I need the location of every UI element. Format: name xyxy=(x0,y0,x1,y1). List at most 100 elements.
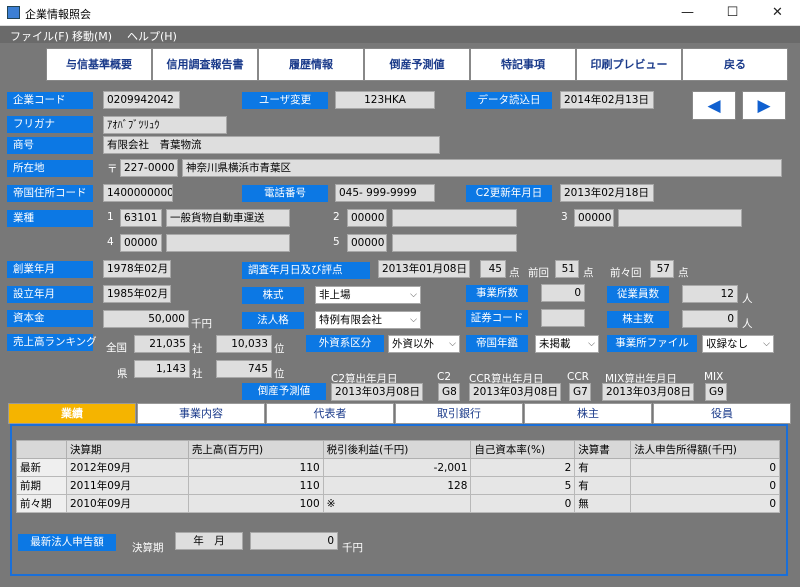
menu-move[interactable]: 移動(M) xyxy=(72,28,112,44)
mix-calc-field: 2013年03月08日 xyxy=(602,383,694,401)
pref-rank-unit: 社 xyxy=(192,368,203,380)
shareholders-label: 株主数 xyxy=(607,311,669,328)
industry-label: 業種 xyxy=(7,210,93,227)
performance-panel: 決算期 売上高(百万円) 税引後利益(千円) 自己資本率(%) 決算書 法人申告… xyxy=(10,424,788,576)
teikoku-address-label: 帝国住所コード xyxy=(7,185,93,202)
established-field: 1985年02月 xyxy=(103,285,171,303)
c2-label: C2 xyxy=(437,371,452,383)
special-notes-button[interactable]: 特記事項 xyxy=(470,48,576,81)
address-field: 神奈川県横浜市青葉区 xyxy=(182,159,782,177)
name-field: 有限会社 青葉物流 xyxy=(103,136,440,154)
address-label: 所在地 xyxy=(7,160,93,177)
table-cell: 2012年09月 xyxy=(65,458,189,477)
detail-tabs: 業績 事業内容 代表者 取引銀行 株主 役員 xyxy=(8,403,792,424)
pref-rank-field: 1,143 xyxy=(134,360,190,378)
tab-shareholders[interactable]: 株主 xyxy=(524,403,652,424)
sales-rank-label: 売上高ランキング xyxy=(7,334,97,351)
furigana-field: ｱｵﾊﾞﾌﾞﾂﾘｭｳ xyxy=(103,116,227,134)
tab-representative[interactable]: 代表者 xyxy=(266,403,394,424)
stock-select[interactable]: 非上場 ⌵ xyxy=(315,286,421,304)
prev-score-field: 51 xyxy=(555,260,579,278)
table-row: 最新 2012年09月 110 -2,001 2 有 0 xyxy=(16,458,780,477)
tab-business[interactable]: 事業内容 xyxy=(137,403,265,424)
table-cell: 0 xyxy=(470,494,576,513)
pref-pos-field: 745 xyxy=(216,360,272,378)
foreign-value: 外資以外 xyxy=(392,338,434,350)
teikoku-year-value: 未掲載 xyxy=(539,338,571,350)
prev2-score-field: 57 xyxy=(650,260,674,278)
industry-2-name xyxy=(392,209,517,227)
office-file-value: 収録なし xyxy=(706,338,748,350)
employees-label: 従業員数 xyxy=(607,286,669,303)
industry-3-code: 00000 xyxy=(574,209,614,227)
industry-3-name xyxy=(618,209,742,227)
offices-label: 事業所数 xyxy=(466,285,528,302)
established-label: 設立年月 xyxy=(7,286,93,303)
menu-file[interactable]: ファイル(F) xyxy=(10,28,69,44)
industry-4-code: 00000 xyxy=(120,234,162,252)
user-change-label[interactable]: ユーザ変更 xyxy=(242,92,328,109)
tab-banks[interactable]: 取引銀行 xyxy=(395,403,523,424)
row-label: 最新 xyxy=(16,458,67,477)
company-code-label: 企業コード xyxy=(7,92,93,109)
menu-help[interactable]: ヘルプ(H) xyxy=(127,28,177,44)
chevron-down-icon: ⌵ xyxy=(763,339,770,349)
tab-officers[interactable]: 役員 xyxy=(653,403,791,424)
stock-value: 非上場 xyxy=(319,289,351,301)
latest-tax-label: 最新法人申告額 xyxy=(18,534,116,551)
tax-amount-unit: 千円 xyxy=(342,542,363,554)
window-title: 企業情報照会 xyxy=(25,8,91,21)
survey-label: 調査年月日及び評点 xyxy=(242,262,370,279)
table-cell: 有 xyxy=(574,458,632,477)
row-label: 前期 xyxy=(16,476,67,495)
table-cell: 0 xyxy=(630,476,780,495)
table-cell: 無 xyxy=(574,494,632,513)
table-cell: 2 xyxy=(470,458,576,477)
table-cell: -2,001 xyxy=(322,458,472,477)
c2-update-label: C2更新年月日 xyxy=(466,185,552,202)
app-icon xyxy=(7,6,20,19)
industry-2-code: 00000 xyxy=(347,209,387,227)
history-button[interactable]: 履歴情報 xyxy=(258,48,364,81)
corp-type-select[interactable]: 特例有限会社 ⌵ xyxy=(315,311,421,329)
credit-summary-button[interactable]: 与信基準概要 xyxy=(46,48,152,81)
print-preview-button[interactable]: 印刷プレビュー xyxy=(576,48,682,81)
table-cell: 2011年09月 xyxy=(65,476,189,495)
phone-label: 電話番号 xyxy=(242,185,328,202)
table-cell: 有 xyxy=(574,476,632,495)
next-arrow-icon[interactable]: ▶ xyxy=(742,91,786,120)
office-file-select[interactable]: 収録なし ⌵ xyxy=(702,335,774,353)
tab-performance[interactable]: 業績 xyxy=(8,403,136,424)
pref-pos-unit: 位 xyxy=(274,368,285,380)
industry-1-name: 一般貨物自動車運送 xyxy=(166,209,290,227)
employees-unit: 人 xyxy=(742,293,753,305)
back-button[interactable]: 戻る xyxy=(682,48,788,81)
tax-amount-field: 0 xyxy=(250,532,338,550)
close-button[interactable]: ✕ xyxy=(755,0,800,26)
teikoku-address-field: 1400000000 xyxy=(103,184,173,202)
table-cell: 110 xyxy=(187,476,324,495)
prev-arrow-icon[interactable]: ◀ xyxy=(692,91,736,120)
col-header: 決算書 xyxy=(574,440,632,459)
founded-label: 創業年月 xyxy=(7,261,93,278)
teikoku-year-select[interactable]: 未掲載 ⌵ xyxy=(535,335,599,353)
prev2-score-label: 前々回 xyxy=(610,267,642,279)
credit-report-button[interactable]: 信用調査報告書 xyxy=(152,48,258,81)
maximize-button[interactable]: ☐ xyxy=(710,0,755,26)
founded-field: 1978年02月 xyxy=(103,260,171,278)
bankruptcy-label: 倒産予測値 xyxy=(242,383,326,400)
title-bar: 企業情報照会 — ☐ ✕ xyxy=(0,0,800,26)
offices-field: 0 xyxy=(541,284,585,302)
furigana-label: フリガナ xyxy=(7,116,93,133)
table-header-row: 決算期 売上高(百万円) 税引後利益(千円) 自己資本率(%) 決算書 法人申告… xyxy=(16,440,780,459)
prev-score-label: 前回 xyxy=(528,267,549,279)
industry-5-code: 00000 xyxy=(347,234,387,252)
phone-field: 045- 999-9999 xyxy=(335,184,435,202)
foreign-select[interactable]: 外資以外 ⌵ xyxy=(388,335,460,353)
table-row: 前々期 2010年09月 100 ※ 0 無 0 xyxy=(16,494,780,513)
minimize-button[interactable]: — xyxy=(665,0,710,26)
shareholders-field: 0 xyxy=(682,310,738,328)
bankruptcy-button[interactable]: 倒産予測値 xyxy=(364,48,470,81)
col-header: 売上高(百万円) xyxy=(187,440,324,459)
menu-bar: ファイル(F) 移動(M) ヘルプ(H) xyxy=(0,26,800,43)
